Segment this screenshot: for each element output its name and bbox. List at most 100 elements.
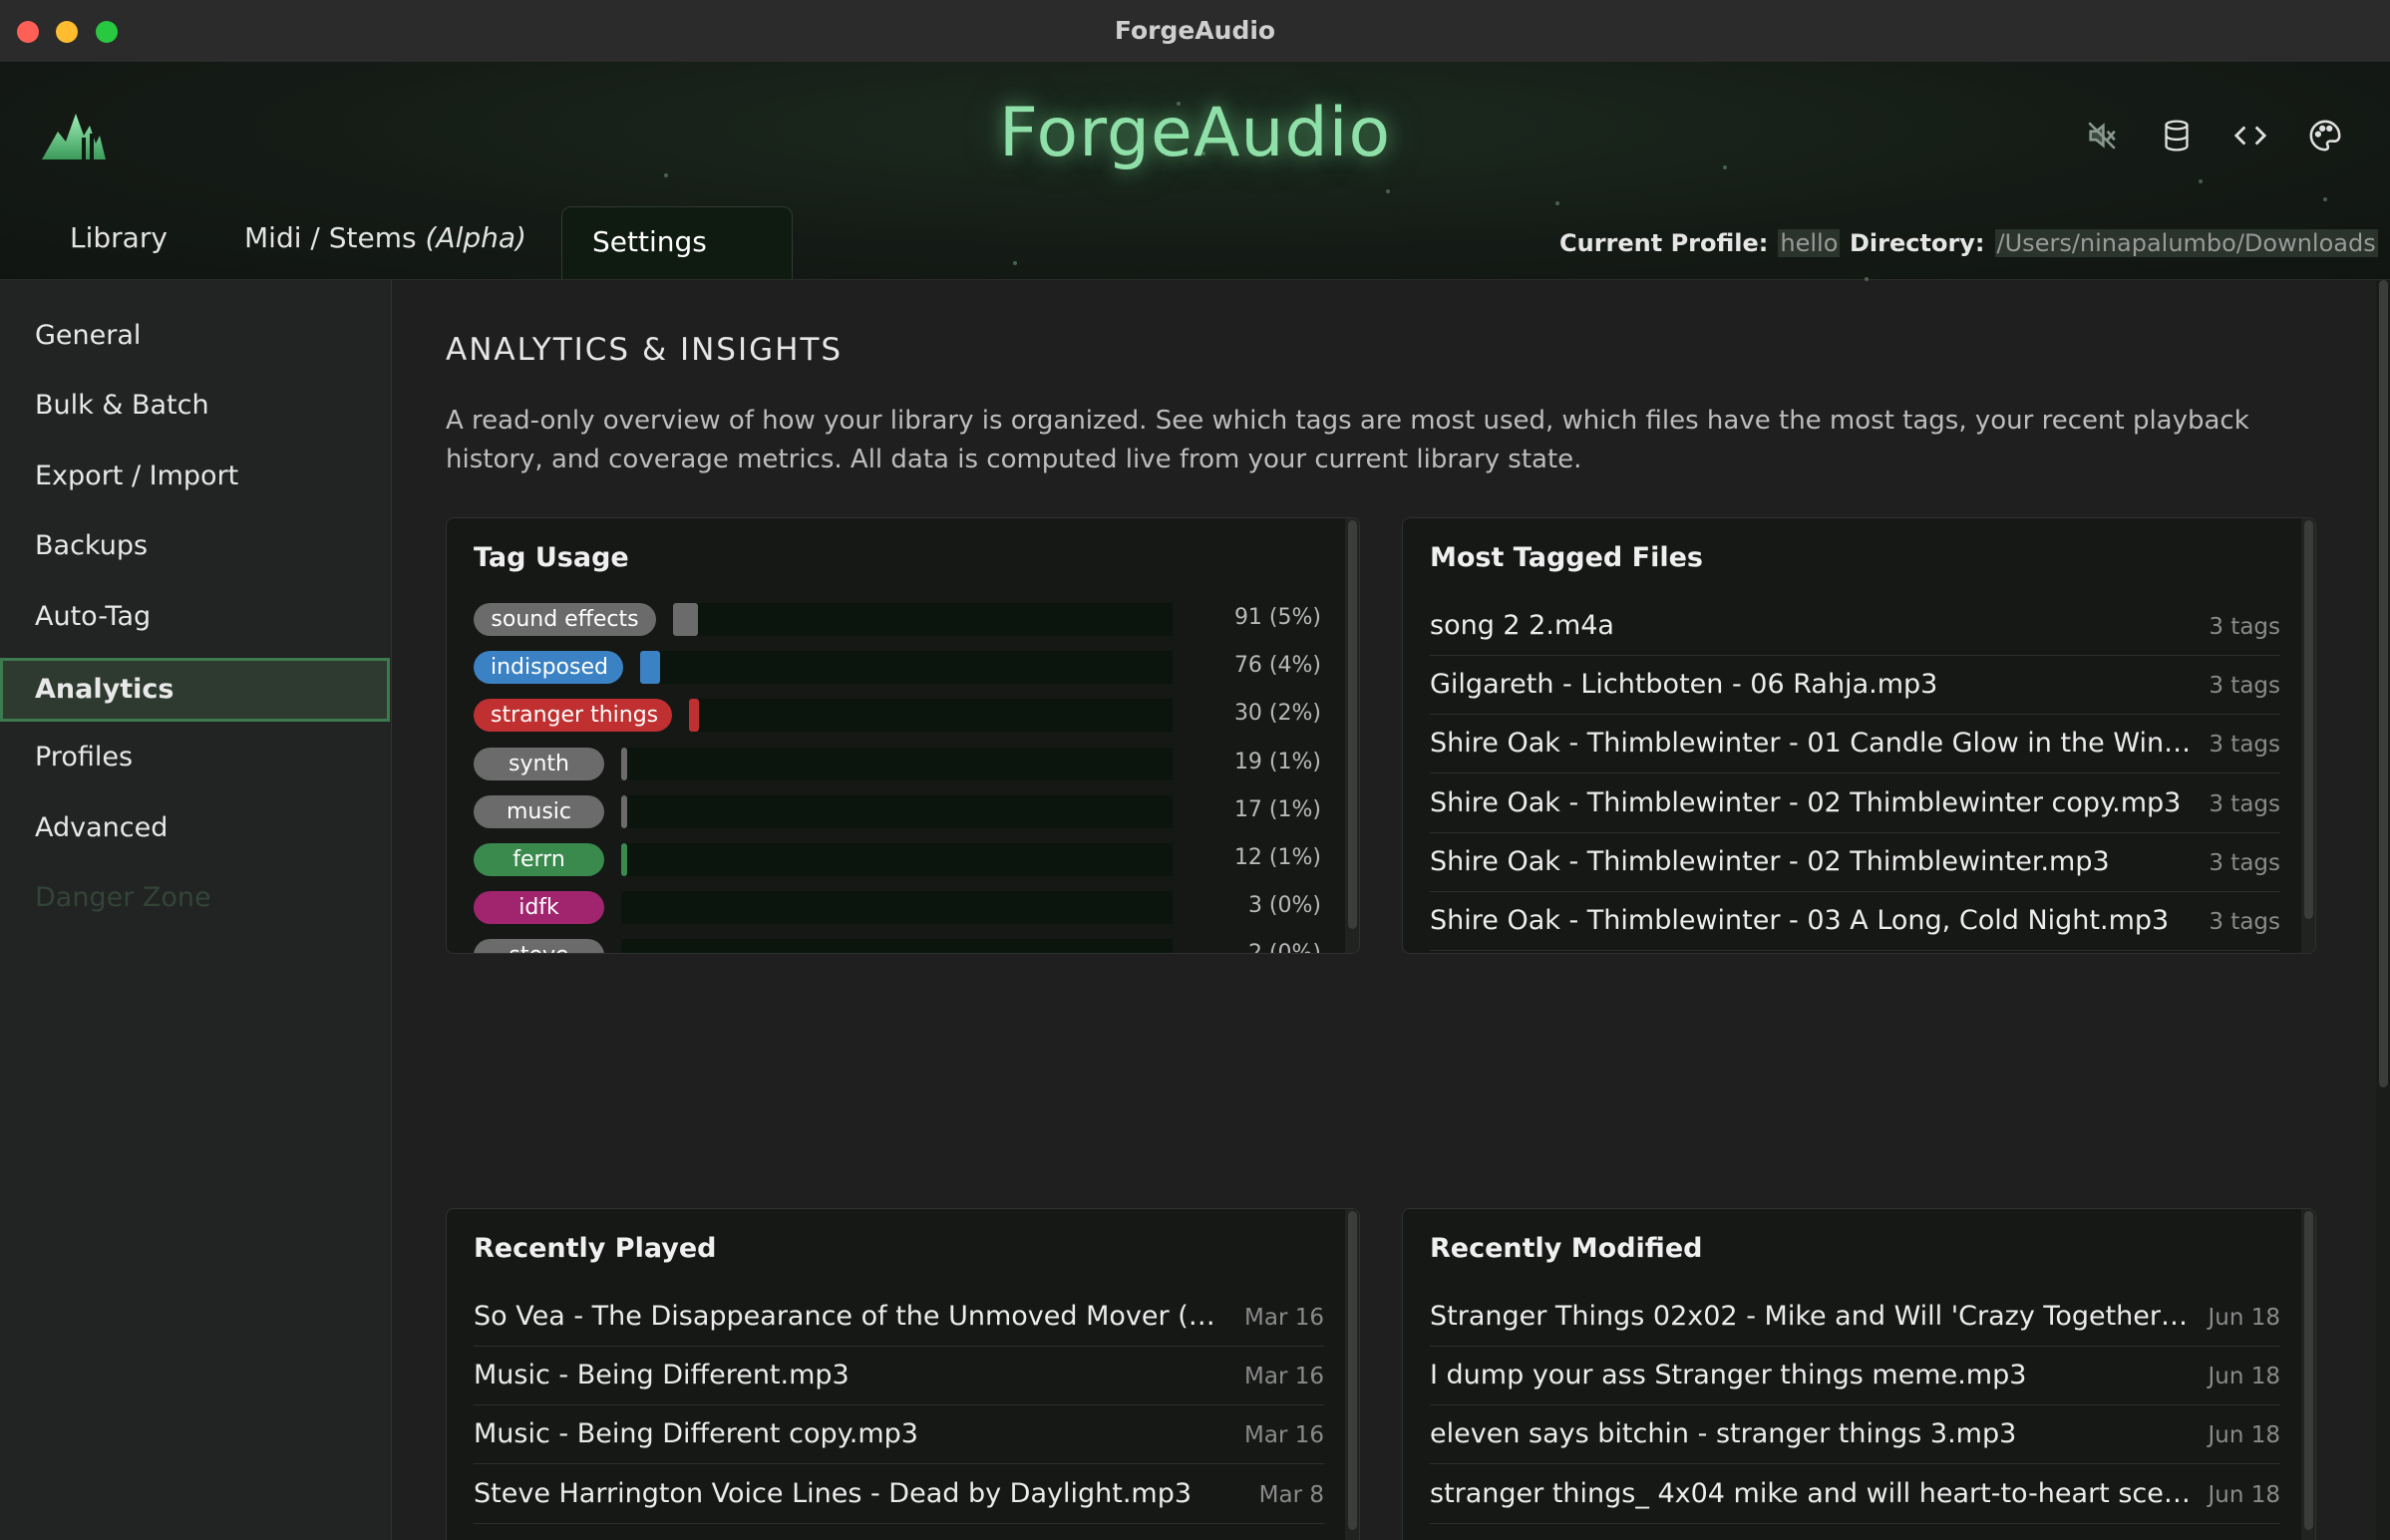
file-name: song 2 2.m4a <box>1430 610 1614 641</box>
tab-library[interactable]: Library <box>40 206 197 279</box>
panel-title: Most Tagged Files <box>1430 542 1703 573</box>
tag-count: 30 (2%) <box>1233 701 1321 727</box>
sidebar-item-profiles[interactable]: Profiles <box>0 726 391 789</box>
tag-count: 76 (4%) <box>1233 653 1321 679</box>
file-name: Music - Being Different.mp3 <box>474 1360 850 1391</box>
tag-usage-bar <box>621 843 1173 876</box>
recently-played-row[interactable]: Steve Harrington Voice Lines - Dead by D… <box>474 1466 1324 1524</box>
code-icon[interactable] <box>2230 116 2270 155</box>
file-name: Stranger Things 02x02 - Mike and Will 'C… <box>1430 1301 2193 1332</box>
file-name: I dump your ass Stranger things meme.mp3 <box>1430 1360 2027 1391</box>
most-tagged-file-row[interactable]: Shire Oak - Thimblewinter - 02 Thimblewi… <box>1430 775 2280 833</box>
most-tagged-file-row[interactable]: Shire Oak - Thimblewinter - 04 Hibernato… <box>1430 952 2280 953</box>
tab-midi-stems[interactable]: Midi / Stems (Alpha) <box>214 206 556 279</box>
tag-pill[interactable]: steve <box>474 939 604 953</box>
tag-pill[interactable]: synth <box>474 747 604 780</box>
sidebar-item-general[interactable]: General <box>0 304 391 368</box>
tag-pill[interactable]: music <box>474 794 604 828</box>
tag-usage-bar-fill <box>621 794 627 828</box>
window-title: ForgeAudio <box>1114 16 1276 45</box>
sidebar-item-backups[interactable]: Backups <box>0 514 391 578</box>
most-tagged-file-row[interactable]: Shire Oak - Thimblewinter - 02 Thimblewi… <box>1430 834 2280 892</box>
panel-title: Recently Modified <box>1430 1233 1703 1264</box>
tag-usage-bar-fill <box>640 651 660 685</box>
sidebar-item-auto-tag[interactable]: Auto-Tag <box>0 585 391 649</box>
modified-date: Jun 18 <box>2208 1422 2280 1449</box>
sidebar-item-advanced[interactable]: Advanced <box>0 796 391 860</box>
most-tagged-file-row[interactable]: Shire Oak - Thimblewinter - 01 Candle Gl… <box>1430 716 2280 774</box>
panel-scroll-thumb[interactable] <box>2304 520 2313 919</box>
sidebar-item-analytics[interactable]: Analytics <box>0 658 390 722</box>
most-tagged-file-row[interactable]: Gilgareth - Lichtboten - 06 Rahja.mp3 3 t… <box>1430 657 2280 716</box>
recently-modified-row[interactable]: I dump your ass Stranger things meme.mp3… <box>1430 1348 2280 1406</box>
palette-icon[interactable] <box>2305 116 2345 155</box>
panel-scroll-thumb[interactable] <box>1348 520 1357 929</box>
window-scroll-thumb[interactable] <box>2379 280 2388 1087</box>
tag-pill[interactable]: sound effects <box>474 603 656 636</box>
most-tagged-file-row[interactable]: Shire Oak - Thimblewinter - 03 A Long, C… <box>1430 893 2280 951</box>
tab-settings[interactable]: Settings <box>561 206 793 279</box>
tag-usage-bar <box>689 699 1173 733</box>
sidebar-item-export-import[interactable]: Export / Import <box>0 445 391 508</box>
file-tag-count: 3 tags <box>2209 849 2280 876</box>
recently-modified-row[interactable]: eleven says bitchin - stranger things 3.… <box>1430 1406 2280 1465</box>
sidebar-item-danger-zone: Danger Zone <box>35 882 211 913</box>
file-tag-count: 3 tags <box>2209 732 2280 759</box>
tag-usage-row: stranger things 30 (2%) <box>474 695 1321 735</box>
recently-played-row[interactable]: Music - Being Different copy.mp3 Mar 16 <box>474 1406 1324 1465</box>
panel-scrollbar[interactable] <box>1345 518 1359 953</box>
settings-sidebar: General Bulk & Batch Export / Import Bac… <box>0 280 392 1540</box>
file-name: So Vea - The Disappearance of the Unmove… <box>474 1301 1231 1332</box>
file-name: stranger things_ 4x04 mike and will hear… <box>1430 1477 2193 1509</box>
analytics-content: ANALYTICS & INSIGHTS A read-only overvie… <box>392 280 2390 1540</box>
file-tag-count: 3 tags <box>2209 909 2280 935</box>
modified-date: Jun 18 <box>2208 1305 2280 1331</box>
tag-usage-row: synth 19 (1%) <box>474 744 1321 783</box>
recently-played-row[interactable]: So Vea - The Disappearance of the Unmove… <box>474 1289 1324 1347</box>
file-name: Steve Harrington Voice Lines - Dead by D… <box>474 1477 1193 1509</box>
tag-count: 19 (1%) <box>1233 749 1321 774</box>
tag-usage-bar <box>621 891 1173 925</box>
panel-scrollbar[interactable] <box>2301 1209 2315 1540</box>
recently-modified-row[interactable]: stranger things_ 4x04 mike and will hear… <box>1430 1466 2280 1524</box>
tag-pill[interactable]: idfk <box>474 891 604 925</box>
tag-usage-bar <box>673 603 1173 636</box>
panel-scroll-thumb[interactable] <box>2304 1211 2313 1530</box>
file-name: Shire Oak - Thimblewinter - 01 Candle Gl… <box>1430 728 2193 760</box>
tag-usage-bar-fill <box>689 699 699 733</box>
file-name: Gilgareth - Lichtboten - 06 Rahja.mp3 <box>1430 669 1938 701</box>
tag-pill[interactable]: indisposed <box>474 651 623 685</box>
tag-count: 2 (0%) <box>1247 941 1321 954</box>
title-bar: ForgeAudio <box>0 0 2390 63</box>
panel-scrollbar[interactable] <box>1345 1209 1359 1540</box>
tag-count: 17 (1%) <box>1233 796 1321 822</box>
window-scrollbar[interactable] <box>2376 280 2390 1540</box>
tag-usage-bar <box>621 747 1173 780</box>
recently-played-row[interactable]: Music - Being Different.mp3 Mar 16 <box>474 1348 1324 1406</box>
speaker-off-icon[interactable] <box>2082 116 2122 155</box>
modified-date: Jun 18 <box>2208 1364 2280 1390</box>
tag-count: 91 (5%) <box>1233 605 1321 630</box>
tag-count: 3 (0%) <box>1247 893 1321 919</box>
directory-value[interactable]: /Users/ninapalumbo/Downloads <box>1994 229 2378 257</box>
recently-modified-row[interactable]: Stranger Things 02x02 - Mike and Will 'C… <box>1430 1289 2280 1347</box>
most-tagged-file-row[interactable]: song 2 2.m4a 3 tags <box>1430 598 2280 656</box>
tag-usage-row: music 17 (1%) <box>474 791 1321 831</box>
panel-scrollbar[interactable] <box>2301 518 2315 953</box>
recently-played-panel: Recently Played So Vea - The Disappearanc… <box>446 1208 1360 1540</box>
tag-usage-bar-fill <box>621 747 627 780</box>
current-directory: Directory:/Users/ninapalumbo/Downloads <box>1850 229 2378 257</box>
database-icon[interactable] <box>2157 116 2197 155</box>
page-title: ANALYTICS & INSIGHTS <box>446 332 844 368</box>
tag-pill[interactable]: ferrn <box>474 843 604 876</box>
recently-modified-panel: Recently Modified Stranger Things 02x02 -… <box>1402 1208 2316 1540</box>
sidebar-item-bulk-batch[interactable]: Bulk & Batch <box>0 374 391 438</box>
panel-scroll-thumb[interactable] <box>1348 1211 1357 1530</box>
profile-value[interactable]: hello <box>1778 229 1841 257</box>
tag-usage-row: ferrn 12 (1%) <box>474 839 1321 879</box>
file-name: Shire Oak - Thimblewinter - 02 Thimblewi… <box>1430 786 2182 818</box>
tag-usage-bar <box>621 794 1173 828</box>
tag-pill[interactable]: stranger things <box>474 699 672 733</box>
tag-usage-bar-fill <box>621 843 627 876</box>
file-tag-count: 3 tags <box>2209 673 2280 700</box>
